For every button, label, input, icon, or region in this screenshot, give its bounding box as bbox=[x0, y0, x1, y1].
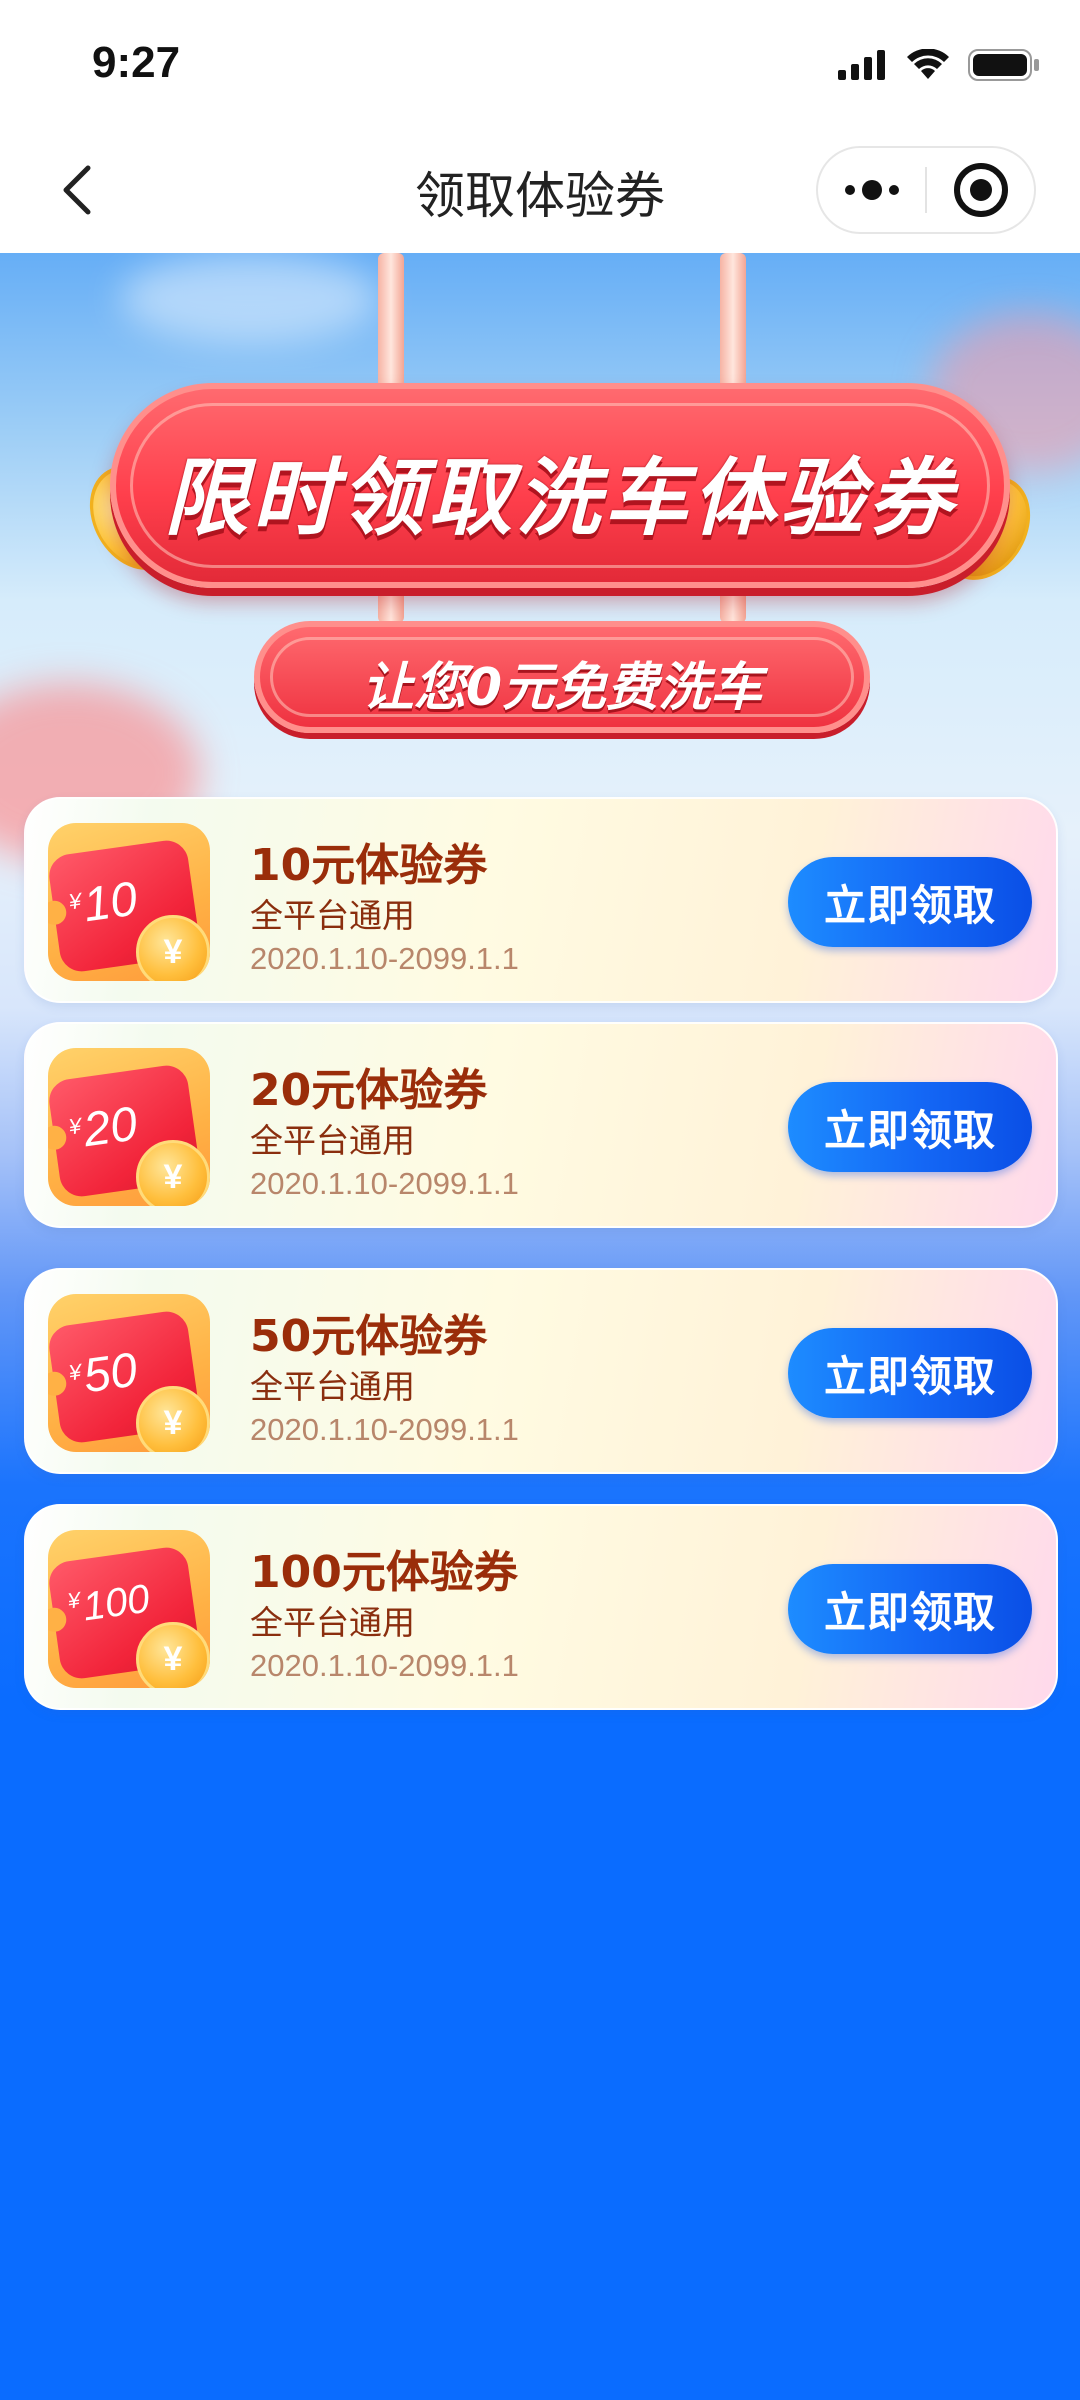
nav-bar: 领取体验券 bbox=[0, 130, 1080, 253]
wifi-icon bbox=[907, 49, 949, 79]
coupon-validity: 2020.1.10-2099.1.1 bbox=[250, 1648, 519, 1683]
coupon-desc: 全平台通用 bbox=[250, 896, 415, 935]
coupon-title: 10元体验券 bbox=[250, 840, 488, 891]
signal-icon bbox=[838, 50, 885, 80]
coupon-title: 100元体验券 bbox=[250, 1547, 518, 1598]
coupon-validity: 2020.1.10-2099.1.1 bbox=[250, 1412, 519, 1447]
coupon-ticket-icon: ¥100 ¥ bbox=[48, 1530, 210, 1688]
banner-main: 限时领取洗车体验券 bbox=[110, 383, 1010, 588]
coupon-title: 50元体验券 bbox=[250, 1311, 488, 1362]
coupon-card: ¥20 ¥ 20元体验券 全平台通用 2020.1.10-2099.1.1 立即… bbox=[24, 1022, 1058, 1228]
coupon-title: 20元体验券 bbox=[250, 1065, 488, 1116]
coupon-card: ¥100 ¥ 100元体验券 全平台通用 2020.1.10-2099.1.1 … bbox=[24, 1504, 1058, 1710]
coupon-card: ¥10 ¥ 10元体验券 全平台通用 2020.1.10-2099.1.1 立即… bbox=[24, 797, 1058, 1003]
coupon-desc: 全平台通用 bbox=[250, 1121, 415, 1160]
yen-coin-icon: ¥ bbox=[136, 915, 210, 981]
ticket-notch bbox=[48, 1370, 68, 1398]
target-circle-icon bbox=[953, 163, 1008, 217]
coupon-card: ¥50 ¥ 50元体验券 全平台通用 2020.1.10-2099.1.1 立即… bbox=[24, 1268, 1058, 1474]
ticket-amount: ¥100 bbox=[66, 1576, 153, 1630]
coupon-ticket-icon: ¥20 ¥ bbox=[48, 1048, 210, 1206]
status-bar: 9:27 bbox=[0, 0, 1080, 130]
decor-blob bbox=[120, 253, 380, 343]
more-dots-icon bbox=[844, 180, 899, 200]
ticket-amount: ¥20 bbox=[67, 1097, 141, 1158]
status-icons bbox=[838, 48, 1040, 82]
banner-title: 限时领取洗车体验券 bbox=[163, 449, 956, 547]
ticket-notch bbox=[48, 899, 68, 927]
coupon-ticket-icon: ¥10 ¥ bbox=[48, 823, 210, 981]
status-time: 9:27 bbox=[92, 38, 181, 87]
close-button[interactable] bbox=[927, 148, 1034, 232]
banner-sub: 让您0元免费洗车 bbox=[254, 621, 870, 733]
claim-button[interactable]: 立即领取 bbox=[788, 1082, 1032, 1172]
battery-icon bbox=[968, 49, 1039, 81]
ticket-amount: ¥50 bbox=[67, 1343, 141, 1404]
coupon-ticket-icon: ¥50 ¥ bbox=[48, 1294, 210, 1452]
more-button[interactable] bbox=[818, 148, 925, 232]
ticket-amount: ¥10 bbox=[67, 872, 141, 933]
coupon-validity: 2020.1.10-2099.1.1 bbox=[250, 941, 519, 976]
banner-subtitle: 让您0元免费洗车 bbox=[361, 658, 763, 718]
claim-button[interactable]: 立即领取 bbox=[788, 857, 1032, 947]
coupon-validity: 2020.1.10-2099.1.1 bbox=[250, 1166, 519, 1201]
ticket-notch bbox=[48, 1124, 68, 1152]
mini-program-capsule bbox=[816, 146, 1036, 234]
claim-button[interactable]: 立即领取 bbox=[788, 1328, 1032, 1418]
ticket-notch bbox=[48, 1606, 68, 1634]
claim-button[interactable]: 立即领取 bbox=[788, 1564, 1032, 1654]
yen-coin-icon: ¥ bbox=[136, 1622, 210, 1688]
yen-coin-icon: ¥ bbox=[136, 1140, 210, 1206]
coupon-desc: 全平台通用 bbox=[250, 1603, 415, 1642]
coupon-desc: 全平台通用 bbox=[250, 1367, 415, 1406]
yen-coin-icon: ¥ bbox=[136, 1386, 210, 1452]
